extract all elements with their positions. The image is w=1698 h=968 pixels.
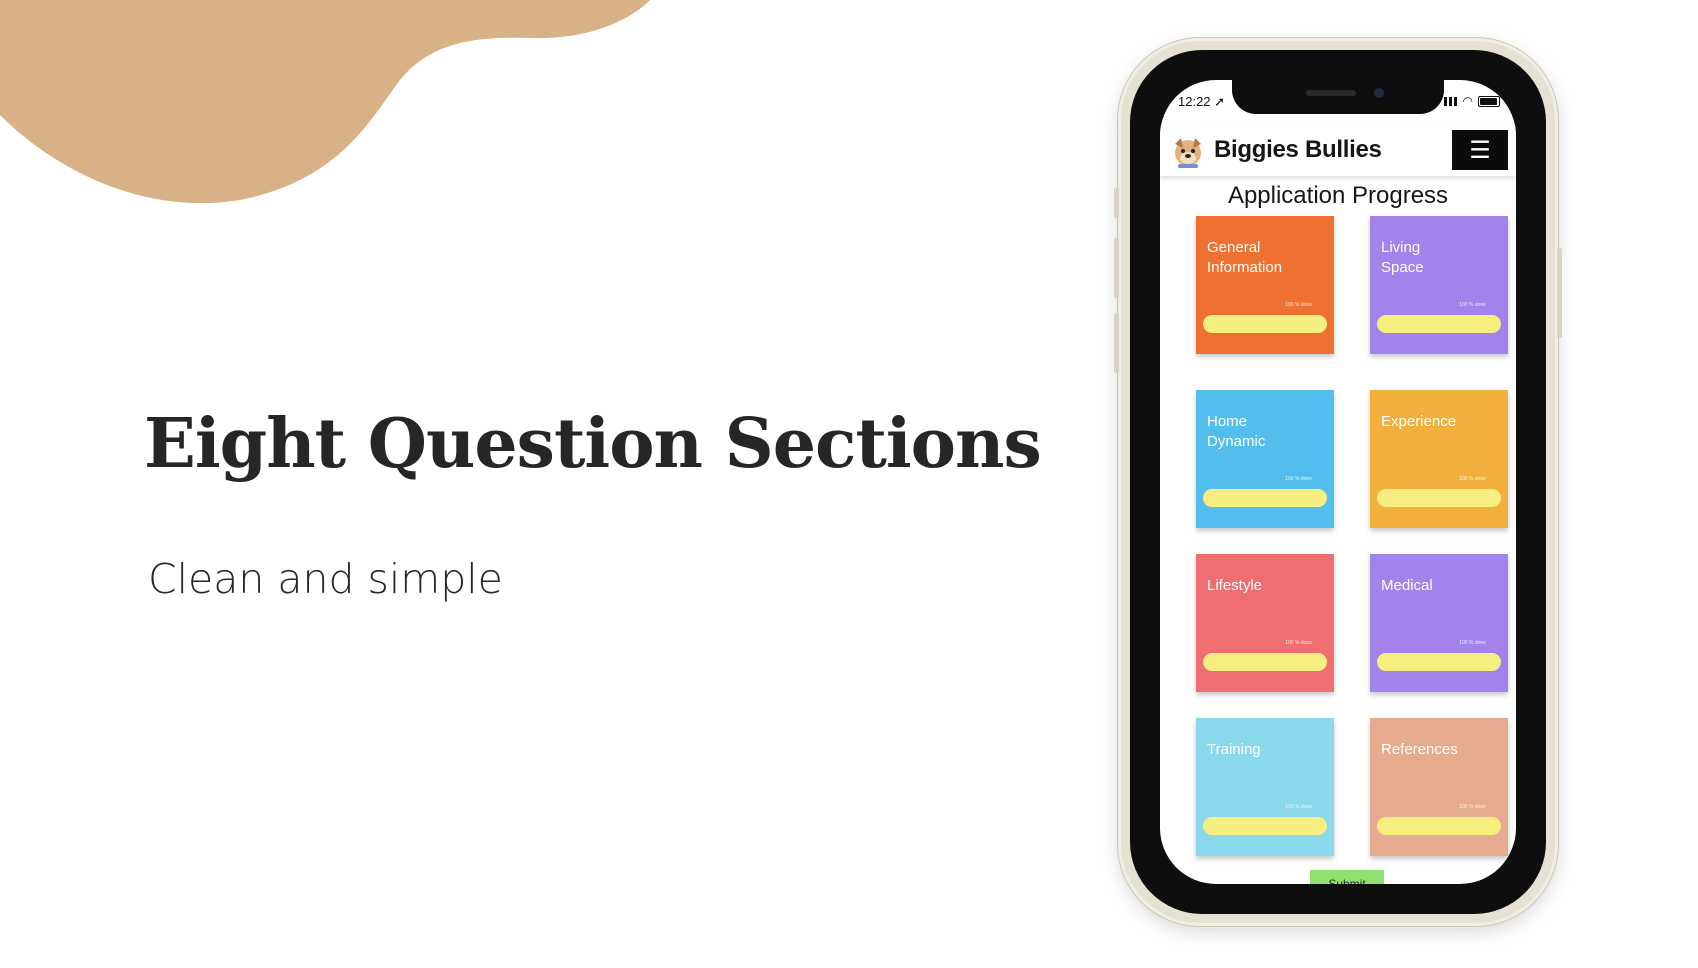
- section-card-label: Lifestyle: [1207, 577, 1263, 594]
- section-progress-bar: [1203, 489, 1327, 507]
- section-card-general-information[interactable]: General Information 100 % done: [1196, 216, 1334, 354]
- section-card-home-dynamic[interactable]: Home Dynamic 100 % done: [1196, 390, 1334, 528]
- decorative-blob: [0, 0, 650, 204]
- section-card-lifestyle[interactable]: Lifestyle 100 % done: [1196, 554, 1334, 692]
- section-card-label: Training: [1207, 741, 1261, 758]
- section-progress-bar: [1377, 653, 1501, 671]
- hamburger-icon: ☰: [1469, 136, 1491, 164]
- phone-bezel: 12:22 ➚ ◠ Biggies Bullies ☰ Application …: [1130, 50, 1546, 914]
- section-card-experience[interactable]: Experience 100 % done: [1370, 390, 1508, 528]
- section-progress-bar: [1377, 315, 1501, 333]
- front-camera: [1374, 88, 1384, 98]
- app-name: Biggies Bullies: [1214, 136, 1382, 163]
- status-time: 12:22 ➚: [1178, 94, 1226, 109]
- battery-icon: [1478, 95, 1500, 107]
- hamburger-menu-button[interactable]: ☰: [1452, 130, 1508, 170]
- page-title: Application Progress: [1227, 182, 1449, 209]
- section-card-label: Home Dynamic: [1207, 413, 1266, 450]
- section-progress-bar: [1377, 489, 1501, 507]
- section-card-percent: 100 % done: [1285, 302, 1312, 308]
- signal-icon: [1443, 96, 1458, 106]
- mute-switch: [1114, 188, 1119, 218]
- section-card-percent: 100 % done: [1285, 640, 1312, 646]
- wifi-icon: ◠: [1462, 94, 1473, 108]
- section-card-percent: 100 % done: [1459, 804, 1486, 810]
- section-card-references[interactable]: References 100 % done: [1370, 718, 1508, 856]
- section-card-label: Medical: [1381, 577, 1433, 594]
- section-card-label: Living Space: [1381, 239, 1424, 276]
- section-card-percent: 100 % done: [1285, 476, 1312, 482]
- volume-down-button: [1114, 313, 1119, 373]
- status-icons: ◠: [1443, 94, 1500, 108]
- speaker-grille: [1306, 90, 1356, 96]
- section-card-percent: 100 % done: [1459, 476, 1486, 482]
- section-progress-bar: [1203, 817, 1327, 835]
- phone-notch: [1232, 80, 1444, 114]
- slide-subline: Clean and simple: [148, 555, 503, 603]
- phone-mockup: 12:22 ➚ ◠ Biggies Bullies ☰ Application …: [1114, 38, 1562, 926]
- section-progress-bar: [1203, 653, 1327, 671]
- submit-button[interactable]: Submit: [1310, 870, 1384, 884]
- app-header: Biggies Bullies ☰: [1160, 124, 1516, 176]
- section-card-label: General Information: [1207, 239, 1283, 276]
- section-card-training[interactable]: Training 100 % done: [1196, 718, 1334, 856]
- slide-headline: Eight Question Sections: [144, 404, 1042, 484]
- section-card-label: Experience: [1381, 413, 1457, 430]
- section-progress-bar: [1203, 315, 1327, 333]
- section-card-living-space[interactable]: Living Space 100 % done: [1370, 216, 1508, 354]
- section-progress-bar: [1377, 817, 1501, 835]
- phone-screen: 12:22 ➚ ◠ Biggies Bullies ☰ Application …: [1160, 80, 1516, 884]
- section-card-percent: 100 % done: [1459, 302, 1486, 308]
- dog-logo-icon: [1175, 138, 1201, 168]
- power-button: [1557, 248, 1562, 338]
- section-card-percent: 100 % done: [1459, 640, 1486, 646]
- section-card-medical[interactable]: Medical 100 % done: [1370, 554, 1508, 692]
- volume-up-button: [1114, 238, 1119, 298]
- section-card-percent: 100 % done: [1285, 804, 1312, 810]
- section-card-label: References: [1381, 741, 1458, 758]
